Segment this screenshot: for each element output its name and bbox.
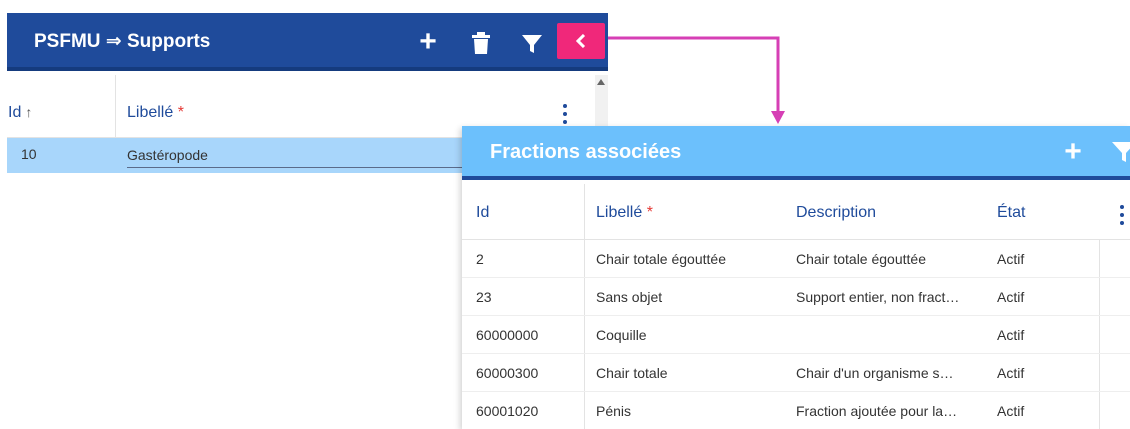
column-header-id[interactable]: Id ↑ [8,104,32,122]
filter-icon[interactable] [1112,141,1130,165]
column-divider [584,184,585,240]
required-mark: * [177,104,184,121]
column-header-id[interactable]: Id [476,204,489,222]
trash-icon[interactable] [464,28,498,58]
table-row[interactable]: 23 Sans objet Support entier, non fract…… [462,278,1130,316]
filter-icon[interactable] [515,29,549,59]
fractions-table-header: Id Libellé * Description État [462,184,1130,240]
cell-description: Fraction ajoutée pour la… [796,403,958,419]
table-row[interactable]: 60000300 Chair totale Chair d'un organis… [462,354,1130,392]
column-header-libelle-label: Libellé [127,104,174,121]
column-header-id-label: Id [8,104,22,121]
cell-libelle[interactable]: Gastéropode [127,147,208,163]
supports-title: PSFMU ⇒ Supports [34,31,211,52]
cell-libelle: Sans objet [596,289,663,305]
fractions-panel: Fractions associées + Id Libellé * Descr… [462,126,1130,429]
supports-toolbar: PSFMU ⇒ Supports + [7,13,608,71]
column-header-libelle-label: Libellé [596,204,643,221]
column-header-description[interactable]: Description [796,204,876,222]
chevron-left-icon[interactable] [557,23,605,59]
cell-libelle: Pénis [596,403,632,419]
sort-ascending-icon[interactable]: ↑ [25,104,32,120]
table-row[interactable]: 2 Chair totale égouttée Chair totale égo… [462,240,1130,278]
cell-id: 2 [476,251,484,267]
column-options-icon[interactable] [1116,202,1128,228]
cell-description: Support entier, non fract… [796,289,960,305]
scroll-up-icon[interactable] [597,79,605,85]
add-icon[interactable]: + [1060,137,1086,167]
column-divider [115,75,116,138]
column-header-etat[interactable]: État [997,204,1025,222]
cell-etat: Actif [997,365,1025,381]
cell-libelle: Coquille [596,327,647,343]
add-icon[interactable]: + [411,27,445,57]
cell-id: 60000300 [476,365,539,381]
required-mark: * [646,204,653,221]
fractions-title: Fractions associées [490,141,682,163]
cell-description: Chair totale égouttée [796,251,926,267]
column-header-libelle[interactable]: Libellé * [127,104,184,122]
column-header-libelle[interactable]: Libellé * [596,204,653,222]
cell-libelle: Chair totale [596,365,668,381]
cell-id: 23 [476,289,492,305]
cell-libelle: Chair totale égouttée [596,251,726,267]
cell-description: Chair d'un organisme s… [796,365,954,381]
cell-etat: Actif [997,289,1025,305]
cell-id: 60000000 [476,327,539,343]
cell-id: 60001020 [476,403,539,419]
fractions-toolbar: Fractions associées + [462,126,1130,180]
cell-etat: Actif [997,403,1025,419]
cell-etat: Actif [997,251,1025,267]
table-row[interactable]: 60000000 Coquille Actif [462,316,1130,354]
cell-etat: Actif [997,327,1025,343]
table-row[interactable]: 60001020 Pénis Fraction ajoutée pour la…… [462,392,1130,429]
input-underline [127,167,467,168]
column-options-icon[interactable] [555,101,575,127]
cell-id: 10 [21,146,37,162]
